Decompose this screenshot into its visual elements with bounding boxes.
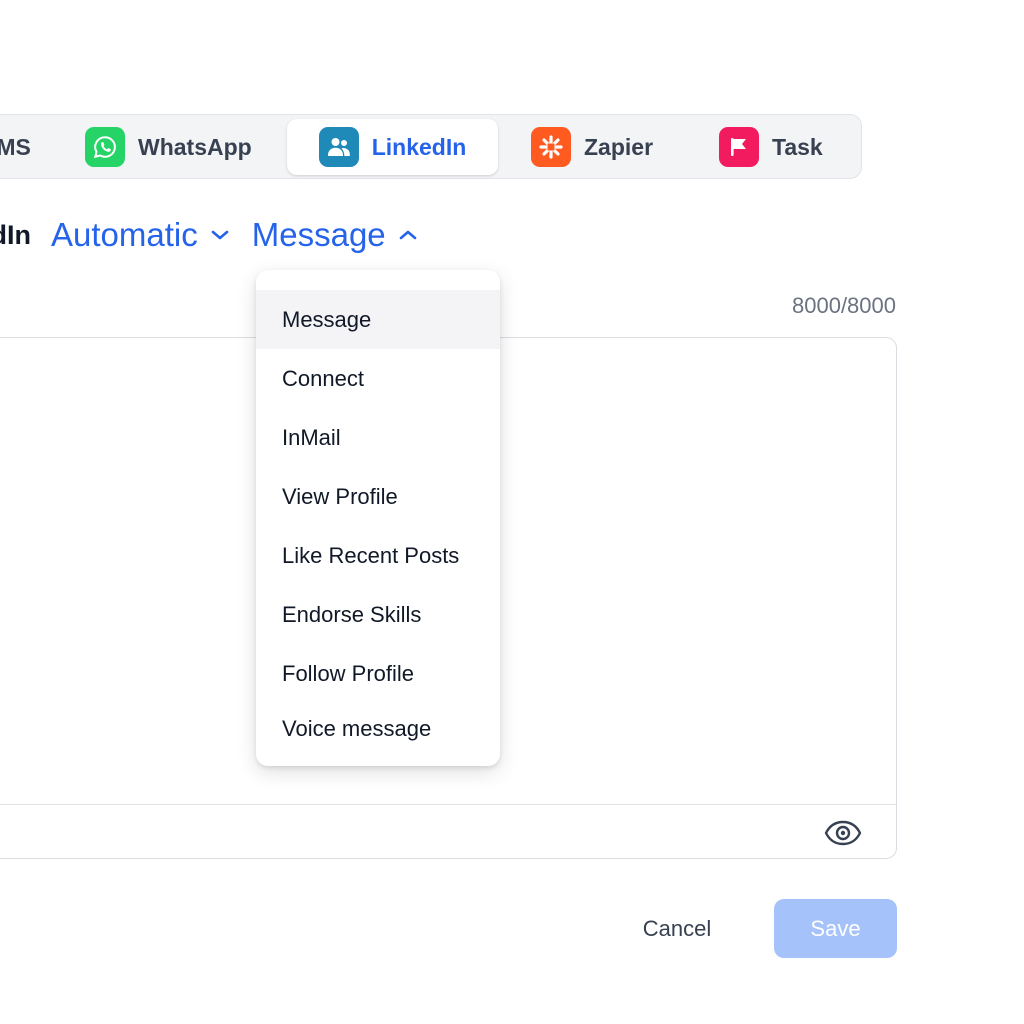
editor-toolbar (0, 804, 896, 859)
dropdown-item-connect[interactable]: Connect (256, 349, 500, 408)
tab-label: Task (772, 133, 823, 160)
dropdown-item-like-recent-posts[interactable]: Like Recent Posts (256, 526, 500, 585)
tab-whatsapp[interactable]: WhatsApp (85, 119, 252, 175)
flag-icon (719, 127, 759, 167)
dropdown-item-message[interactable]: Message (256, 290, 500, 349)
channel-tab-bar: SMS WhatsApp LinkedIn (0, 114, 862, 179)
dropdown-item-inmail[interactable]: InMail (256, 408, 500, 467)
mode-select-label: Automatic (51, 216, 198, 253)
character-count: 8000/8000 (792, 293, 896, 318)
mode-select[interactable]: Automatic (51, 216, 230, 254)
dropdown-item-follow-profile[interactable]: Follow Profile (256, 644, 500, 703)
linkedin-users-icon (318, 127, 359, 167)
whatsapp-icon (85, 127, 125, 167)
step-title-row: LinkedIn Automatic Message (0, 212, 440, 258)
dropdown-item-endorse-skills[interactable]: Endorse Skills (256, 585, 500, 644)
save-button[interactable]: Save (774, 899, 897, 958)
tab-label: Zapier (584, 133, 654, 160)
action-dropdown-menu: Message Connect InMail View Profile Like… (256, 270, 500, 766)
chevron-down-icon (211, 230, 229, 240)
eye-icon[interactable] (824, 818, 862, 848)
sequence-step-editor: SMS WhatsApp LinkedIn (0, 0, 1024, 1024)
tab-label: LinkedIn (371, 133, 467, 160)
action-select-label: Message (251, 216, 386, 253)
tab-linkedin[interactable]: LinkedIn (287, 119, 498, 175)
chevron-up-icon (399, 230, 416, 240)
dropdown-item-view-profile[interactable]: View Profile (256, 467, 500, 526)
tab-label: SMS (0, 133, 31, 160)
action-select[interactable]: Message (252, 216, 418, 254)
step-channel-label: LinkedIn (0, 219, 32, 250)
tab-zapier[interactable]: Zapier (531, 119, 653, 175)
tab-task[interactable]: Task (719, 119, 823, 175)
tab-label: WhatsApp (138, 133, 252, 160)
dropdown-item-voice-message[interactable]: Voice message (256, 703, 500, 755)
zapier-icon (531, 127, 571, 167)
tab-sms[interactable]: SMS (0, 119, 31, 175)
cancel-button[interactable]: Cancel (618, 900, 736, 958)
